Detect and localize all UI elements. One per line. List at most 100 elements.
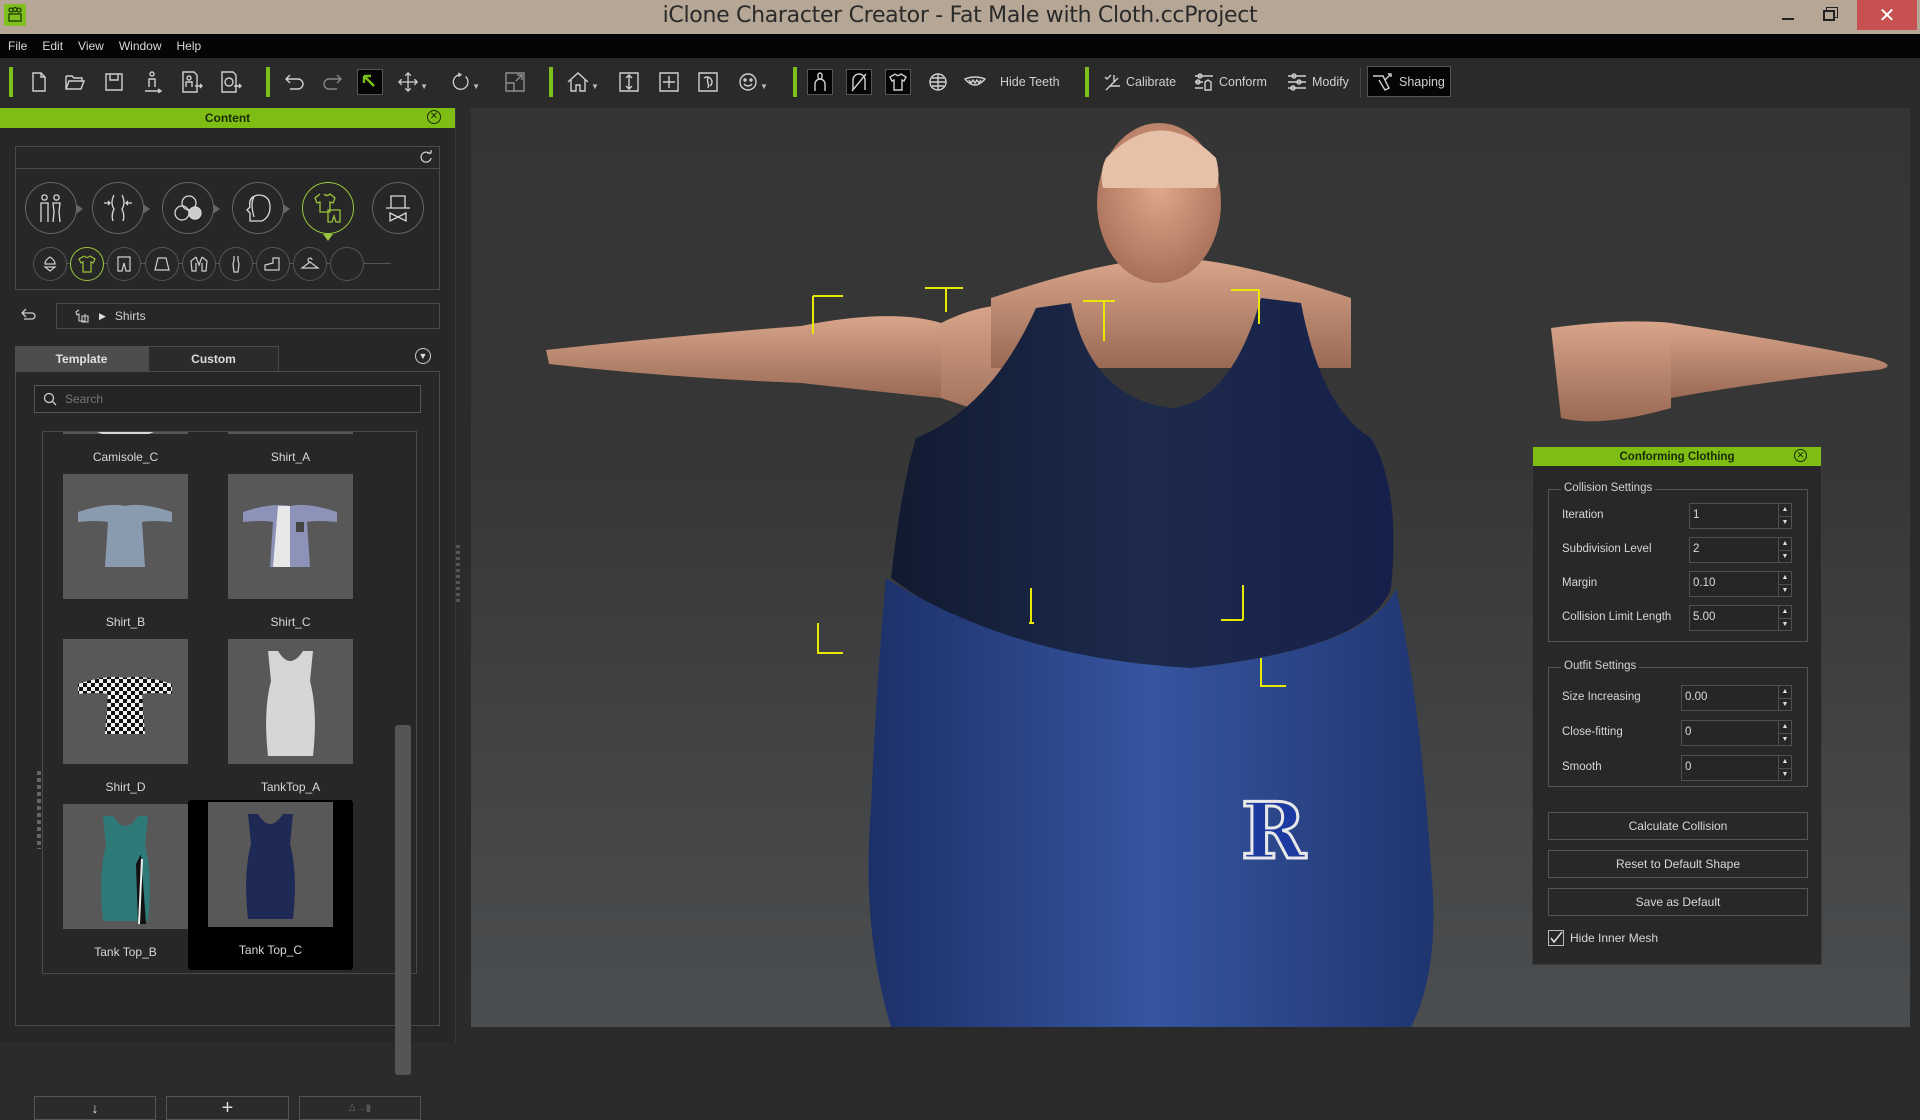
spin-buttons[interactable]: ▲ ▼ [1778, 756, 1791, 780]
camera-home-button[interactable]: ▼ [565, 69, 601, 95]
transfer-button[interactable]: Δ→▮ [299, 1096, 421, 1120]
subcategory-pants[interactable] [107, 247, 141, 281]
spin-down-icon[interactable]: ▼ [1779, 768, 1791, 780]
template-item-selected[interactable]: Tank Top_C [188, 800, 353, 970]
save-as-default-button[interactable]: Save as Default [1548, 888, 1808, 916]
template-item[interactable]: TankTop_A [208, 637, 373, 802]
menu-file[interactable]: File [8, 39, 27, 53]
spin-up-icon[interactable]: ▲ [1779, 686, 1791, 698]
face-cam-button[interactable]: ▼ [735, 69, 771, 95]
category-cloth[interactable] [302, 182, 354, 241]
subcategory-shirt[interactable] [70, 247, 104, 281]
menu-edit[interactable]: Edit [42, 39, 63, 53]
move-tool-button[interactable]: ▼ [398, 69, 428, 95]
splitter-handle[interactable] [456, 545, 460, 605]
scale-tool-button[interactable] [503, 69, 527, 95]
menu-help[interactable]: Help [177, 39, 202, 53]
collision-limit-length-input[interactable] [1693, 611, 1763, 623]
category-material[interactable] [162, 182, 220, 234]
calculate-collision-button[interactable]: Calculate Collision [1548, 812, 1808, 840]
category-body[interactable] [25, 182, 83, 234]
size-increasing-input[interactable] [1685, 691, 1755, 703]
fit-all-button[interactable] [658, 69, 680, 95]
subcategory-dress[interactable] [219, 247, 253, 281]
spin-up-icon[interactable]: ▲ [1779, 606, 1791, 618]
spin-buttons[interactable]: ▲ ▼ [1778, 572, 1791, 596]
maximize-button[interactable] [1806, 0, 1852, 30]
redo-button[interactable] [320, 69, 344, 95]
size-increasing-spinbox[interactable]: ▲▼ [1681, 685, 1792, 711]
spin-down-icon[interactable]: ▼ [1779, 698, 1791, 710]
subcategory-hanger[interactable] [293, 247, 327, 281]
subcategory-skirt[interactable] [145, 247, 179, 281]
spin-buttons[interactable]: ▲ ▼ [1778, 721, 1791, 745]
shaping-button[interactable]: Shaping [1367, 66, 1451, 97]
template-item[interactable]: Shirt_D [43, 637, 208, 802]
template-item[interactable]: Shirt_B [43, 472, 208, 637]
collision-limit-length-spinbox[interactable]: ▲▼ [1689, 605, 1792, 631]
save-button[interactable] [103, 69, 125, 95]
panel-resize-grip[interactable] [37, 771, 41, 849]
spin-up-icon[interactable]: ▲ [1779, 504, 1791, 516]
grid-scrollbar[interactable] [395, 725, 411, 1075]
close-panel-icon[interactable]: ✕ [427, 110, 441, 124]
refresh-icon[interactable] [419, 150, 433, 164]
checkbox[interactable] [1548, 930, 1564, 946]
spin-buttons[interactable]: ▲ ▼ [1778, 606, 1791, 630]
close-button[interactable]: ✕ [1857, 0, 1917, 30]
conform-button[interactable]: Conform [1194, 69, 1274, 95]
spin-down-icon[interactable]: ▼ [1779, 516, 1791, 528]
spin-buttons[interactable]: ▲ ▼ [1778, 504, 1791, 528]
spin-up-icon[interactable]: ▲ [1779, 721, 1791, 733]
search-input[interactable] [65, 392, 395, 406]
subcategory-shoes[interactable] [256, 247, 290, 281]
smooth-input[interactable] [1685, 761, 1755, 773]
add-button[interactable]: + [166, 1096, 289, 1120]
fit-vertical-button[interactable] [618, 69, 640, 95]
spin-buttons[interactable]: ▲ ▼ [1778, 538, 1791, 562]
iteration-spinbox[interactable]: ▲▼ [1689, 503, 1792, 529]
show-body-toggle[interactable] [807, 69, 833, 95]
spin-up-icon[interactable]: ▲ [1779, 756, 1791, 768]
subdivision-level-input[interactable] [1693, 543, 1763, 555]
back-arrow-icon[interactable] [20, 308, 38, 322]
tab-template[interactable]: Template [15, 346, 148, 371]
rotate-tool-button[interactable]: ▼ [450, 69, 480, 95]
subcategory-underwear[interactable] [33, 247, 67, 281]
undo-button[interactable] [283, 69, 307, 95]
category-accessory[interactable] [372, 182, 424, 234]
spin-up-icon[interactable]: ▲ [1779, 572, 1791, 584]
subdivision-level-spinbox[interactable]: ▲▼ [1689, 537, 1792, 563]
modify-button[interactable]: Modify [1287, 69, 1357, 95]
spin-down-icon[interactable]: ▼ [1779, 584, 1791, 596]
template-item[interactable]: Tank Top_B [43, 802, 208, 967]
search-field[interactable] [34, 385, 421, 413]
hide-inner-mesh-checkbox[interactable]: Hide Inner Mesh [1548, 930, 1658, 946]
margin-input[interactable] [1693, 577, 1763, 589]
new-project-button[interactable] [28, 69, 50, 95]
subcategory-empty[interactable] [330, 247, 364, 281]
open-project-button[interactable] [64, 69, 86, 95]
smooth-spinbox[interactable]: ▲▼ [1681, 755, 1792, 781]
subcategory-jacket[interactable] [182, 247, 216, 281]
close-panel-icon[interactable]: ✕ [1794, 449, 1807, 462]
spin-down-icon[interactable]: ▼ [1779, 733, 1791, 745]
export-fbx-button[interactable] [180, 69, 204, 95]
close-fitting-input[interactable] [1685, 726, 1755, 738]
select-tool-button[interactable] [357, 69, 383, 95]
iteration-input[interactable] [1693, 509, 1763, 521]
category-head[interactable] [232, 182, 290, 234]
margin-spinbox[interactable]: ▲▼ [1689, 571, 1792, 597]
spin-down-icon[interactable]: ▼ [1779, 618, 1791, 630]
hide-teeth-button[interactable]: Hide Teeth [964, 69, 1064, 95]
minimize-button[interactable] [1765, 0, 1811, 30]
breadcrumb-current[interactable]: Shirts [115, 309, 146, 323]
menu-view[interactable]: View [78, 39, 104, 53]
close-fitting-spinbox[interactable]: ▲▼ [1681, 720, 1792, 746]
reset-default-shape-button[interactable]: Reset to Default Shape [1548, 850, 1808, 878]
collapse-chevron-icon[interactable]: ▼ [415, 348, 431, 364]
template-item[interactable]: Shirt_A [208, 432, 373, 472]
orbit-button[interactable] [697, 69, 719, 95]
spin-down-icon[interactable]: ▼ [1779, 550, 1791, 562]
apply-button[interactable]: ↓ [34, 1096, 156, 1120]
